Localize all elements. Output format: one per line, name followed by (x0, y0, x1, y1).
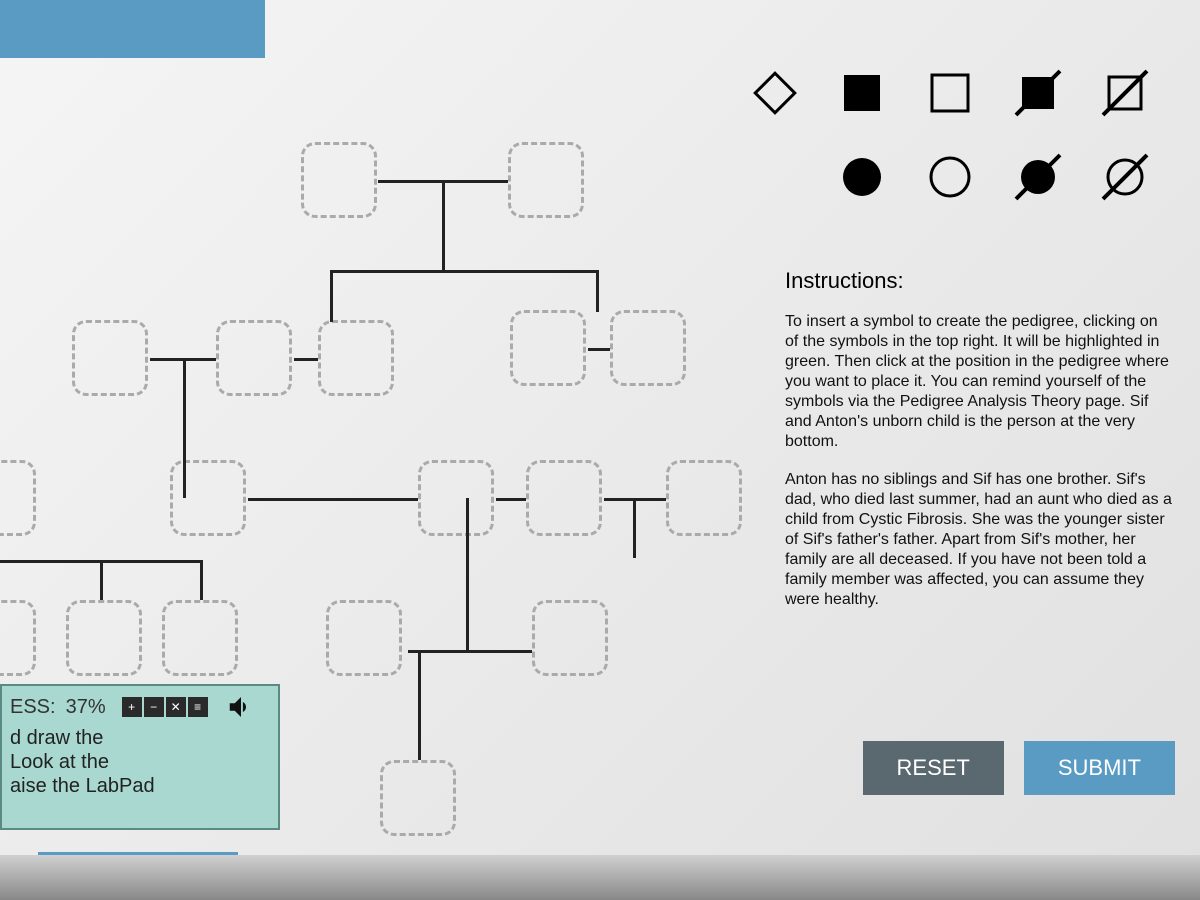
hud-icon-group: + − ✕ ≡ (122, 697, 208, 717)
pedigree-slot[interactable] (0, 600, 36, 676)
hud-line-1: d draw the (10, 726, 270, 750)
connector-h (294, 358, 318, 361)
pedigree-slot[interactable] (418, 460, 494, 536)
connector-v (418, 650, 421, 760)
instructions-para-1: To insert a symbol to create the pedigre… (785, 312, 1175, 452)
sound-icon[interactable] (226, 692, 256, 722)
pedigree-slot[interactable] (72, 320, 148, 396)
pedigree-slot[interactable] (216, 320, 292, 396)
connector-v (633, 498, 636, 558)
submit-button[interactable]: SUBMIT (1024, 741, 1175, 795)
pedigree-slot[interactable] (532, 600, 608, 676)
pedigree-slot[interactable] (326, 600, 402, 676)
connector-v (330, 270, 333, 322)
palette-female-unaffected-deceased[interactable] (1095, 147, 1155, 207)
pedigree-slot[interactable] (170, 460, 246, 536)
progress-label: ESS: (10, 696, 56, 719)
pedigree-slot[interactable] (162, 600, 238, 676)
palette-male-affected-deceased[interactable] (1008, 63, 1068, 123)
pedigree-slot[interactable] (380, 760, 456, 836)
reset-button[interactable]: RESET (863, 741, 1004, 795)
connector-h (496, 498, 526, 501)
pedigree-slot[interactable] (508, 142, 584, 218)
connector-v (183, 358, 186, 498)
minus-icon[interactable]: − (144, 697, 164, 717)
plus-icon[interactable]: + (122, 697, 142, 717)
pedigree-slot[interactable] (610, 310, 686, 386)
connector-h (408, 650, 532, 653)
button-row: RESET SUBMIT (863, 741, 1175, 795)
top-left-bar (0, 0, 265, 58)
symbol-palette (735, 55, 1165, 215)
hud-line-3: aise the LabPad (10, 774, 270, 798)
instructions-panel: Instructions: To insert a symbol to crea… (785, 268, 1175, 628)
connector-h (330, 270, 596, 273)
palette-male-affected[interactable] (832, 63, 892, 123)
connector-v (100, 560, 103, 600)
pedigree-slot[interactable] (510, 310, 586, 386)
palette-male-unaffected[interactable] (920, 63, 980, 123)
bottom-bar (0, 855, 1200, 900)
instructions-para-2: Anton has no siblings and Sif has one br… (785, 470, 1175, 610)
list-icon[interactable]: ≡ (188, 697, 208, 717)
palette-male-unaffected-deceased[interactable] (1095, 63, 1155, 123)
pedigree-slot[interactable] (0, 460, 36, 536)
pedigree-slot[interactable] (526, 460, 602, 536)
pedigree-slot[interactable] (666, 460, 742, 536)
pedigree-slot[interactable] (301, 142, 377, 218)
close-icon[interactable]: ✕ (166, 697, 186, 717)
palette-female-unaffected[interactable] (920, 147, 980, 207)
pedigree-slot[interactable] (318, 320, 394, 396)
connector-h (588, 348, 610, 351)
palette-female-affected[interactable] (832, 147, 892, 207)
pedigree-slot[interactable] (66, 600, 142, 676)
connector-v (200, 560, 203, 600)
connector-v (466, 498, 469, 650)
palette-female-affected-deceased[interactable] (1008, 147, 1068, 207)
connector-v (596, 270, 599, 312)
hud-panel: ESS: 37% + − ✕ ≡ d draw the Look at the … (0, 684, 280, 830)
instructions-heading: Instructions: (785, 268, 1175, 294)
hud-line-2: Look at the (10, 750, 270, 774)
pedigree-canvas[interactable] (0, 60, 760, 780)
connector-h (248, 498, 418, 501)
progress-value: 37% (66, 696, 106, 719)
connector-v (442, 180, 445, 270)
